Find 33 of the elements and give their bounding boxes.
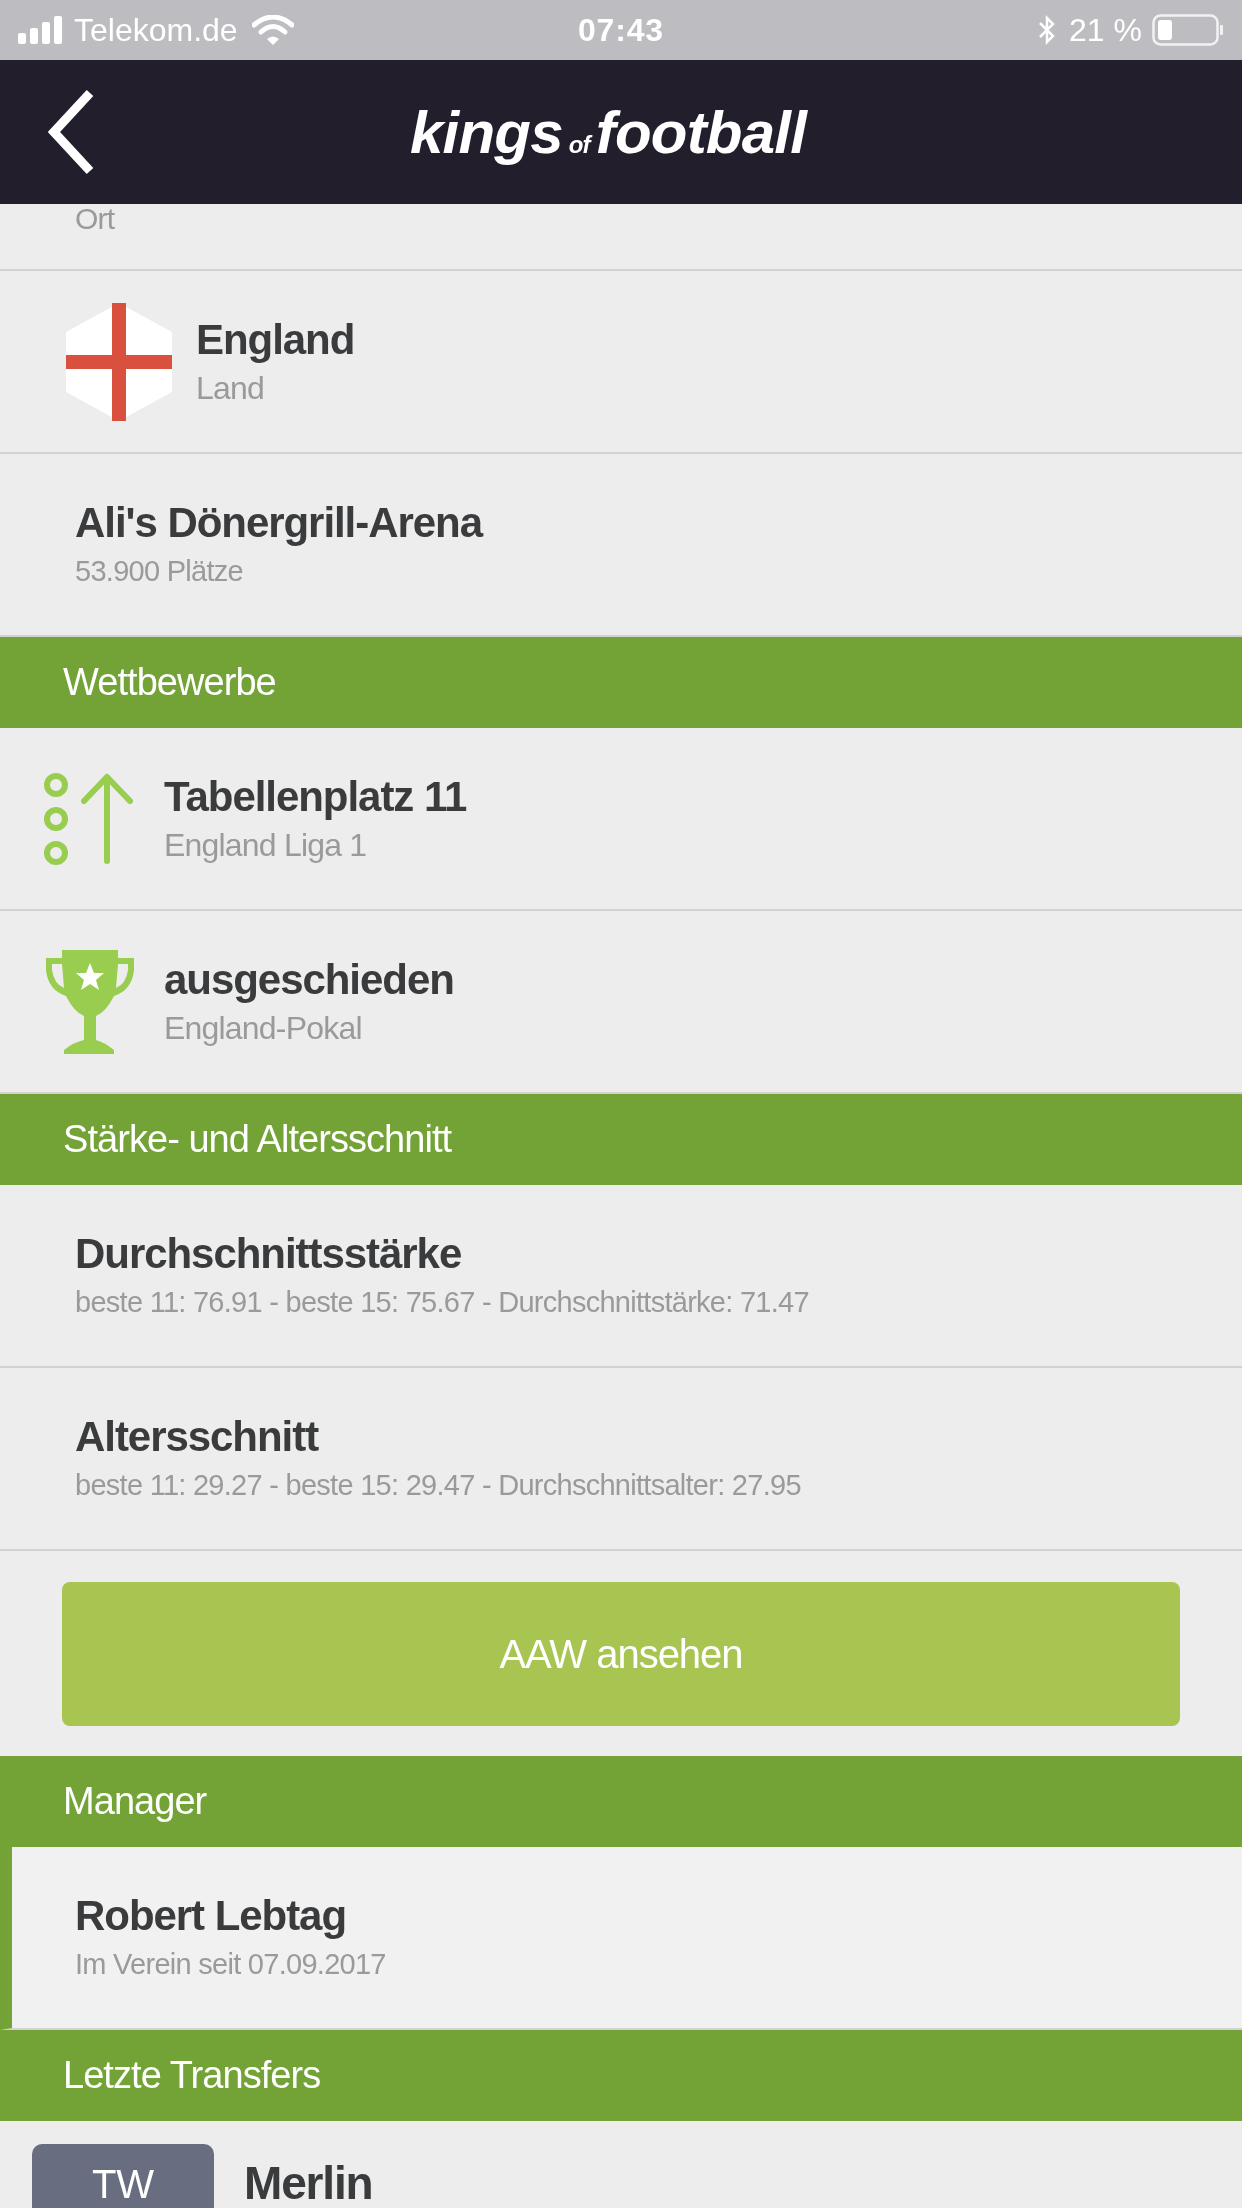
app-logo: kings of football	[410, 98, 806, 168]
row-title: Robert Lebtag	[75, 1890, 348, 1941]
row-title: Altersschnitt	[75, 1411, 320, 1462]
row-subtitle: 53.900 Plätze	[75, 553, 244, 589]
row-subtitle: Ort	[75, 202, 115, 235]
wifi-icon	[251, 15, 294, 45]
position-badge: TW	[32, 2144, 214, 2208]
status-time: 07:43	[578, 11, 664, 50]
row-subtitle: England Liga 1	[164, 825, 368, 865]
england-flag-icon	[66, 302, 172, 421]
row-title: Ali's Dönergrill-Arena	[75, 497, 482, 548]
row-title: ausgeschieden	[164, 954, 454, 1005]
row-title: Durchschnittsstärke	[75, 1228, 463, 1279]
carrier-name: Telekom.de	[74, 11, 238, 50]
section-header: Letzte Transfers	[0, 2030, 1242, 2121]
row-title: England	[196, 314, 355, 365]
row-subtitle: beste 11: 76.91 - beste 15: 75.67 - Durchschnittstärke: 71.47	[75, 1284, 809, 1320]
trophy-icon	[44, 949, 136, 1054]
row-subtitle: beste 11: 29.27 - beste 15: 29.47 - Durchschnittsalter: 27.95	[75, 1467, 801, 1503]
section-header: Manager	[0, 1756, 1242, 1847]
signal-icon	[18, 16, 64, 44]
battery-percent: 21 %	[1069, 11, 1142, 50]
row-subtitle: England-Pokal	[164, 1008, 363, 1048]
row-subtitle: Im Verein seit 07.09.2017	[75, 1946, 386, 1982]
row-subtitle: Land	[196, 368, 265, 408]
player-name: Merlin	[244, 2158, 373, 2208]
section-header: Stärke- und Altersschnitt	[0, 1094, 1242, 1185]
row-title: Tabellenplatz 11	[164, 771, 467, 822]
battery-icon	[1152, 14, 1224, 46]
section-header: Wettbewerbe	[0, 637, 1242, 728]
rank-up-icon	[44, 772, 136, 865]
view-button[interactable]: AAW ansehen	[62, 1582, 1180, 1726]
back-chevron-icon	[48, 89, 94, 175]
